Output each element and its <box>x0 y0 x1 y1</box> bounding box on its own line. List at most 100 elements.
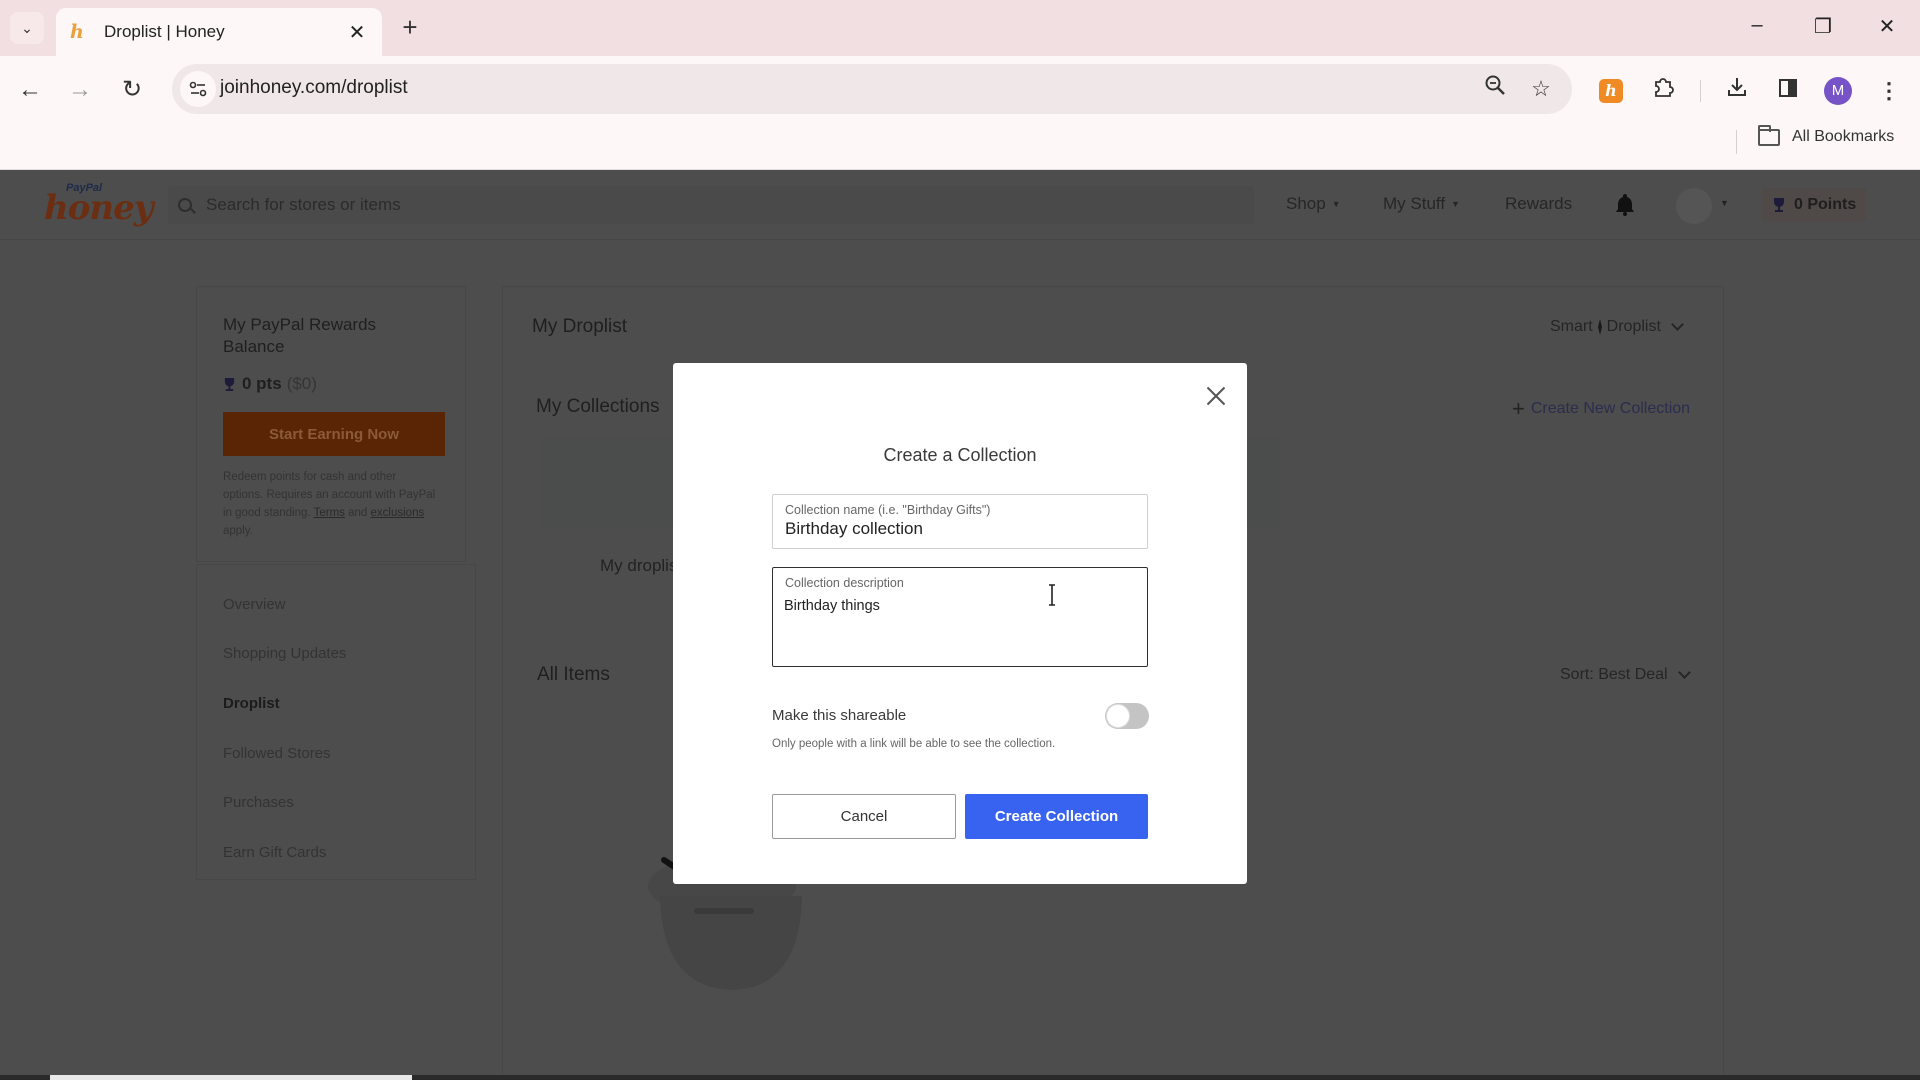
create-new-collection-label: Create New Collection <box>1530 400 1691 417</box>
collection-card-label[interactable]: My droplist <box>600 556 682 576</box>
trophy-icon <box>1774 198 1784 212</box>
points-usd-value: ($0) <box>286 374 317 393</box>
all-bookmarks-label: All Bookmarks <box>1792 128 1895 145</box>
tab-title: Droplist | Honey <box>104 22 225 41</box>
bookmark-star-icon[interactable]: ☆ <box>1526 74 1556 104</box>
search-input[interactable] <box>206 195 1106 215</box>
close-icon[interactable] <box>1205 385 1227 407</box>
tab-close-icon[interactable]: ✕ <box>346 20 368 45</box>
notifications-bell-icon[interactable] <box>1614 192 1636 216</box>
folder-icon <box>1758 124 1780 146</box>
rewards-fine-print: Redeem points for cash and other options… <box>223 468 437 540</box>
minimize-button[interactable]: – <box>1742 14 1772 37</box>
smart-label: Smart <box>1550 318 1593 335</box>
site-header: PayPal honey Shop ▼ My Stuff ▼ Rewards ▼ 0… <box>0 170 1920 240</box>
sparkle-icon <box>1597 319 1602 335</box>
zoom-icon[interactable] <box>1480 74 1510 104</box>
side-panel-icon[interactable] <box>1771 74 1805 108</box>
honey-logo[interactable]: PayPal honey <box>44 182 154 230</box>
nav-my-stuff-label: My Stuff <box>1383 194 1446 213</box>
rewards-title: My PayPal Rewards Balance <box>223 315 377 356</box>
tab-search-button[interactable]: ⌄ <box>10 12 44 44</box>
honey-extension-icon: h <box>1599 79 1623 103</box>
caret-down-icon: ▼ <box>1331 199 1341 209</box>
honey-favicon-icon: h <box>70 21 84 43</box>
rewards-balance: 0 pts ($0) <box>223 374 317 394</box>
reload-button[interactable]: ↻ <box>116 74 148 106</box>
caret-down-icon: ▼ <box>1451 199 1460 209</box>
text-cursor-icon <box>1049 584 1055 606</box>
downloads-icon[interactable] <box>1720 74 1754 108</box>
create-new-collection-link[interactable]: + Create New Collection <box>1512 396 1690 422</box>
nav-shop[interactable]: Shop ▼ <box>1286 194 1341 214</box>
back-button[interactable]: ← <box>14 74 46 106</box>
sidebar-item-purchases[interactable]: Purchases <box>223 794 294 811</box>
points-badge[interactable]: 0 Points <box>1762 188 1867 222</box>
fine-print-suffix: apply. <box>223 525 253 537</box>
sidebar-item-shopping-updates[interactable]: Shopping Updates <box>223 645 346 662</box>
browser-tab-active[interactable]: h Droplist | Honey ✕ <box>56 8 382 56</box>
chevron-down-icon <box>1677 666 1691 679</box>
scrollbar-thumb[interactable] <box>50 1075 412 1080</box>
shareable-hint: Only people with a link will be able to … <box>772 738 1056 750</box>
honey-extension-button[interactable]: h <box>1594 74 1628 108</box>
bookmarks-divider <box>1736 130 1737 154</box>
nav-my-stuff[interactable]: My Stuff ▼ <box>1383 194 1460 214</box>
rewards-panel: My PayPal Rewards Balance 0 pts ($0) Sta… <box>198 288 474 537</box>
all-items-heading: All Items <box>537 664 610 685</box>
create-collection-modal: Create a Collection Collection name (i.e… <box>673 363 1247 884</box>
nav-rewards-label: Rewards <box>1505 194 1573 213</box>
collection-description-label: Collection description <box>785 576 904 590</box>
points-value: 0 pts <box>242 374 282 393</box>
forward-button[interactable]: → <box>64 74 96 106</box>
browser-toolbar: ← → ↻ joinhoney.com/droplist ☆ h M ⋮ All… <box>0 56 1920 170</box>
shareable-toggle[interactable] <box>1105 703 1149 729</box>
profile-button[interactable]: M <box>1821 74 1855 108</box>
trophy-icon <box>224 377 235 391</box>
extensions-puzzle-icon[interactable] <box>1646 74 1680 108</box>
profile-avatar: M <box>1824 77 1852 105</box>
sidebar-item-earn-gift-cards[interactable]: Earn Gift Cards <box>223 844 326 861</box>
sidebar-item-followed-stores[interactable]: Followed Stores <box>223 745 331 762</box>
collection-description-input[interactable]: Birthday things <box>784 598 1134 658</box>
store-search <box>168 186 1254 224</box>
modal-title: Create a Collection <box>883 445 1037 465</box>
terms-link[interactable]: Terms <box>314 507 345 519</box>
all-bookmarks-button[interactable]: All Bookmarks <box>1758 124 1895 146</box>
restore-button[interactable]: ❐ <box>1808 14 1838 39</box>
caret-down-icon[interactable]: ▼ <box>1720 198 1729 208</box>
browser-tab-strip: ⌄ h Droplist | Honey ✕ + – ❐ ✕ <box>0 0 1920 56</box>
browser-menu-icon[interactable]: ⋮ <box>1872 74 1906 108</box>
sort-label: Sort: Best Deal <box>1560 666 1668 683</box>
collection-name-label: Collection name (i.e. "Birthday Gifts") <box>785 503 991 517</box>
cancel-button[interactable]: Cancel <box>772 794 956 839</box>
page-title: My Droplist <box>532 316 628 337</box>
nav-shop-label: Shop <box>1286 194 1326 213</box>
create-collection-button[interactable]: Create Collection <box>965 794 1148 839</box>
logo-honey-text: honey <box>44 188 154 228</box>
start-earning-button[interactable]: Start Earning Now <box>223 412 445 456</box>
sidebar-item-droplist[interactable]: Droplist <box>223 695 280 712</box>
new-tab-button[interactable]: + <box>396 14 424 42</box>
window-close-button[interactable]: ✕ <box>1872 14 1902 39</box>
smart-droplist-dropdown[interactable]: Smart Droplist <box>1550 318 1684 336</box>
url-text[interactable]: joinhoney.com/droplist <box>220 77 408 99</box>
sort-dropdown[interactable]: Sort: Best Deal <box>1560 666 1691 684</box>
collections-heading: My Collections <box>536 396 660 417</box>
toolbar-divider <box>1700 80 1701 102</box>
collection-name-field[interactable]: Collection name (i.e. "Birthday Gifts") <box>772 494 1148 549</box>
collection-description-field[interactable]: Collection description Birthday things <box>772 567 1148 667</box>
plus-icon: + <box>1512 396 1525 421</box>
chevron-down-icon <box>1671 318 1684 331</box>
user-avatar[interactable] <box>1676 188 1712 224</box>
sidebar-item-overview[interactable]: Overview <box>223 596 286 613</box>
toggle-knob <box>1106 704 1130 728</box>
exclusions-link[interactable]: exclusions <box>371 507 425 519</box>
collection-name-input[interactable] <box>785 519 1135 539</box>
shareable-label: Make this shareable <box>772 707 907 724</box>
address-bar[interactable]: joinhoney.com/droplist ☆ <box>172 64 1572 114</box>
fine-print-and: and <box>348 507 368 519</box>
site-info-icon[interactable] <box>180 71 216 107</box>
droplist-label: Droplist <box>1606 318 1661 335</box>
nav-rewards[interactable]: Rewards <box>1505 194 1572 214</box>
